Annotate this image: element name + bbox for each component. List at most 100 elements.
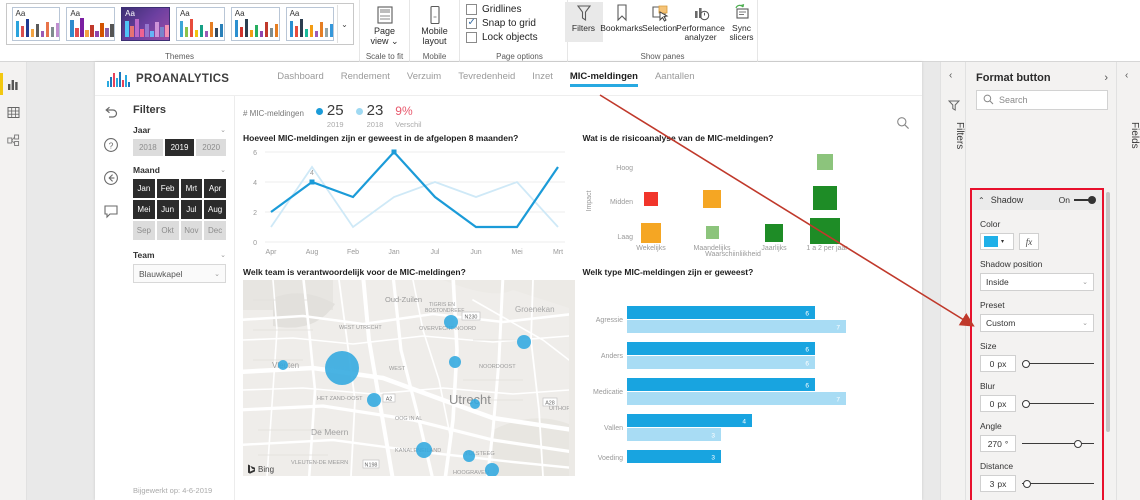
chevron-left-icon[interactable]: ‹ xyxy=(949,70,952,81)
tab-tevredenheid[interactable]: Tevredenheid xyxy=(458,71,515,87)
shadow-blur-input[interactable]: 0 px xyxy=(980,395,1016,412)
gridlines-checkbox[interactable] xyxy=(466,4,477,15)
maand-option-okt[interactable]: Okt xyxy=(156,221,179,240)
chevron-left-icon[interactable]: ‹ xyxy=(1125,70,1128,81)
theme-card[interactable]: Aa xyxy=(175,7,225,41)
visual-map[interactable]: Welk team is verantwoordelijk voor de MI… xyxy=(243,267,575,481)
comment-icon[interactable] xyxy=(103,203,119,224)
chevron-down-icon[interactable]: ▾ xyxy=(1001,238,1004,245)
maand-option-dec[interactable]: Dec xyxy=(204,221,226,240)
filter-section-jaar[interactable]: Jaar ⌄ xyxy=(133,125,226,135)
kpi-difference: 9% Verschil xyxy=(395,102,421,129)
svg-text:Oud-Zuilen: Oud-Zuilen xyxy=(385,295,422,304)
themes-gallery[interactable]: Aa Aa Aa Aa Aa Aa ⌄ xyxy=(5,3,354,45)
chevron-down-icon[interactable]: ⌄ xyxy=(220,166,226,174)
tab-inzet[interactable]: Inzet xyxy=(532,71,553,87)
snap-to-grid-checkbox[interactable] xyxy=(466,17,477,29)
format-search-input[interactable]: Search xyxy=(976,90,1108,110)
format-pane-scrollbar[interactable] xyxy=(1106,192,1110,432)
shadow-angle-input[interactable]: 270 ° xyxy=(980,435,1016,452)
shadow-card-header[interactable]: ⌃ Shadow On xyxy=(972,190,1102,210)
jaar-option-2018[interactable]: 2018 xyxy=(133,139,163,156)
undo-icon[interactable] xyxy=(103,104,119,125)
theme-card[interactable]: Aa xyxy=(66,7,116,41)
maand-option-nov[interactable]: Nov xyxy=(180,221,203,240)
themes-more-button[interactable]: ⌄ xyxy=(337,5,350,43)
help-icon[interactable]: ? xyxy=(103,137,119,158)
svg-text:BOSTONDREEF: BOSTONDREEF xyxy=(425,308,464,314)
lock-objects-checkbox[interactable] xyxy=(466,32,477,43)
performance-analyzer-button[interactable]: Performance analyzer xyxy=(676,2,725,42)
shadow-size-slider[interactable] xyxy=(1022,358,1094,370)
bar-2019 xyxy=(626,378,815,391)
team-dropdown[interactable]: Blauwkapel ⌄ xyxy=(133,264,226,283)
svg-text:N198: N198 xyxy=(365,462,378,468)
rail-item-report-view[interactable] xyxy=(0,70,27,98)
tab-verzuim[interactable]: Verzuim xyxy=(407,71,441,87)
maand-option-feb[interactable]: Feb xyxy=(156,179,179,198)
visual-risk-matrix[interactable]: Wat is de risicoanalyse van de MIC-meldi… xyxy=(583,133,915,261)
sync-slicers-button[interactable]: Sync slicers xyxy=(723,2,761,42)
theme-card[interactable]: Aa xyxy=(121,7,170,41)
theme-card[interactable]: Aa xyxy=(11,7,61,41)
maand-option-jan[interactable]: Jan xyxy=(133,179,155,198)
shadow-distance-slider[interactable] xyxy=(1022,478,1094,490)
visual-line-chart[interactable]: Hoeveel MIC-meldingen zijn er geweest in… xyxy=(243,133,575,261)
maand-option-apr[interactable]: Apr xyxy=(204,179,226,198)
selection-pane-button[interactable]: Selection xyxy=(641,2,679,42)
gridlines-checkbox-row[interactable]: Gridlines xyxy=(466,4,521,15)
shadow-blur-slider[interactable] xyxy=(1022,398,1094,410)
mobile-layout-label-2: layout xyxy=(422,36,447,46)
page-view-button[interactable]: Page view ⌄ xyxy=(362,4,408,46)
snap-to-grid-checkbox-row[interactable]: Snap to grid xyxy=(466,17,536,29)
bar-label: 6 xyxy=(805,382,809,389)
mobile-layout-button[interactable]: Mobile layout xyxy=(412,4,458,46)
chevron-down-icon[interactable]: ⌄ xyxy=(220,251,226,259)
jaar-option-2019[interactable]: 2019 xyxy=(164,139,195,156)
maand-option-jul[interactable]: Jul xyxy=(180,200,203,219)
shadow-distance-input[interactable]: 3 px xyxy=(980,475,1016,492)
shadow-angle-slider[interactable] xyxy=(1022,438,1094,450)
rail-item-model-view[interactable] xyxy=(0,126,27,154)
maand-option-mrt[interactable]: Mrt xyxy=(180,179,203,198)
kpi-row: # MIC-meldingen 25 2019 23 2018 9% Versc… xyxy=(243,102,914,130)
shadow-color-picker[interactable]: ▾ xyxy=(980,233,1014,250)
svg-text:Anders: Anders xyxy=(600,353,623,360)
chevron-up-icon[interactable]: ⌃ xyxy=(978,196,985,205)
shadow-position-dropdown[interactable]: Inside ⌄ xyxy=(980,273,1094,291)
tab-rendement[interactable]: Rendement xyxy=(341,71,390,87)
shadow-toggle[interactable] xyxy=(1074,196,1096,204)
maand-option-jun[interactable]: Jun xyxy=(156,200,179,219)
tab-aantallen[interactable]: Aantallen xyxy=(655,71,695,87)
tab-dashboard[interactable]: Dashboard xyxy=(277,71,323,87)
maand-option-mei[interactable]: Mei xyxy=(133,200,155,219)
shadow-blur-label: Blur xyxy=(980,381,996,391)
svg-text:A2: A2 xyxy=(386,396,393,402)
maand-option-sep[interactable]: Sep xyxy=(133,221,155,240)
map-container[interactable]: Oud-Zuilen TIGRIS EN BOSTONDREEF Groenek… xyxy=(243,280,575,476)
shadow-size-input[interactable]: 0 px xyxy=(980,355,1016,372)
shadow-preset-dropdown[interactable]: Custom ⌄ xyxy=(980,314,1094,332)
back-icon[interactable] xyxy=(103,170,119,191)
chevron-right-icon[interactable]: › xyxy=(1104,72,1108,84)
filters-pane-collapsed[interactable]: ‹ Filters xyxy=(940,62,966,500)
visual-bar-chart[interactable]: Welk type MIC-meldingen zijn er geweest?… xyxy=(583,267,915,481)
tab-mic-meldingen[interactable]: MIC-meldingen xyxy=(569,71,639,87)
bookmarks-pane-button[interactable]: Bookmarks xyxy=(600,2,643,42)
chevron-down-icon[interactable]: ⌄ xyxy=(220,126,226,134)
shadow-color-fx-button[interactable]: fx xyxy=(1019,233,1039,250)
bar-2019 xyxy=(626,306,815,319)
line-chart-svg: 6 4 2 0 4 Apr Aug Feb Jan Jul Jun Mei Mr… xyxy=(253,149,565,256)
bar-2019 xyxy=(626,450,721,463)
lock-objects-checkbox-row[interactable]: Lock objects xyxy=(466,32,538,43)
theme-card[interactable]: Aa xyxy=(285,7,335,41)
theme-card[interactable]: Aa xyxy=(230,7,280,41)
maand-option-aug[interactable]: Aug xyxy=(204,200,226,219)
filter-section-team[interactable]: Team ⌄ xyxy=(133,250,226,260)
table-icon xyxy=(7,106,20,118)
jaar-option-2020[interactable]: 2020 xyxy=(196,139,227,156)
rail-item-data-view[interactable] xyxy=(0,98,27,126)
fields-pane-collapsed[interactable]: ‹ Fields xyxy=(1116,62,1140,500)
filter-section-maand[interactable]: Maand ⌄ xyxy=(133,165,226,175)
filters-pane-button[interactable]: Filters xyxy=(564,2,603,42)
